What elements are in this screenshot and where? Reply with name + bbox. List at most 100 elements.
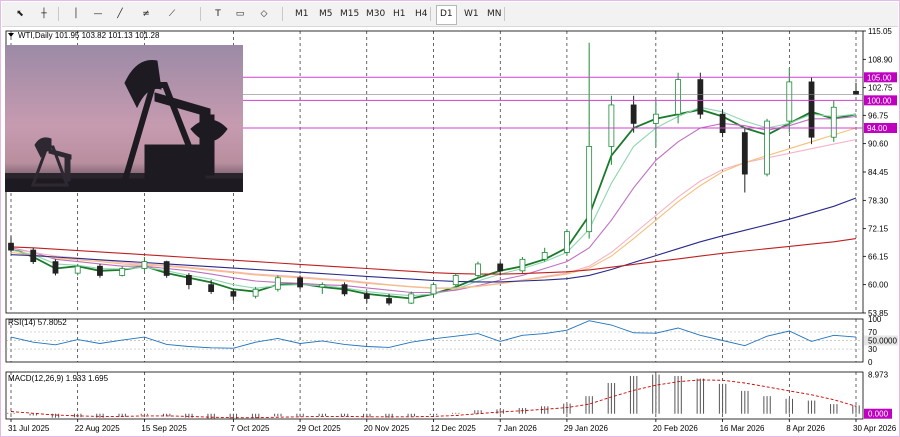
price-tick-label: 53.85 [868, 309, 889, 318]
candle-body [319, 284, 326, 288]
candle-body [608, 104, 615, 147]
cursor-icon[interactable]: ⬉ [10, 5, 30, 23]
macd-panel: 8.973 0.000 [7, 370, 892, 419]
rsi-tick-label: 0 [868, 358, 873, 367]
time-tick-label: 7 Jan 2026 [497, 424, 537, 433]
candle-body [652, 113, 659, 124]
collapse-triangle-icon[interactable] [8, 33, 14, 37]
candle-body [52, 261, 59, 274]
candle-body [853, 90, 859, 95]
candle-body [697, 79, 704, 115]
time-tick-label: 30 Apr 2026 [853, 424, 897, 433]
price-level-label: 94.00 [867, 124, 888, 133]
time-tick-label: 31 Jul 2025 [8, 424, 50, 433]
time-tick-label: 29 Jan 2026 [564, 424, 609, 433]
candle-body [586, 146, 593, 233]
price-tick-label: 108.90 [868, 55, 893, 64]
rsi-panel: 1007050.0000300 [6, 315, 898, 367]
macd-header: MACD(12,26,9) 1.933 1.695 [8, 374, 109, 383]
price-tick-label: 78.30 [868, 196, 889, 205]
timeframe-d1[interactable]: D1 [436, 5, 457, 25]
main-chart-header: WTI,Daily 101.95 103.82 101.13 101.28 [18, 31, 160, 40]
candle-body [208, 284, 215, 292]
candle-body [74, 265, 81, 274]
candle-body [141, 261, 148, 269]
price-tick-label: 60.00 [868, 281, 889, 290]
candle-body [297, 277, 303, 288]
candle-body [452, 275, 459, 286]
timeframe-m15[interactable]: M15 [337, 5, 362, 23]
candle-body [8, 242, 14, 251]
timeframe-m1[interactable]: M1 [292, 5, 312, 23]
candle-body [430, 284, 437, 295]
time-tick-label: 12 Dec 2025 [431, 424, 477, 433]
candle-body [185, 275, 192, 286]
timeframe-h4[interactable]: H4 [412, 5, 431, 23]
time-tick-label: 20 Feb 2026 [653, 424, 698, 433]
candle-body [497, 263, 504, 272]
candle-body [675, 79, 682, 115]
price-tick-label: 66.15 [868, 252, 889, 261]
candle-body [274, 277, 281, 290]
price-axis: 115.05 108.90 102.75 96.75 90.60 84.45 78.30 72… [863, 27, 893, 318]
rsi-tick-label: 30 [868, 345, 877, 354]
ma-line-6 [10, 197, 857, 283]
timeframe-m5[interactable]: M5 [316, 5, 336, 23]
candle-body [363, 293, 370, 299]
price-tick-label: 102.75 [868, 84, 893, 93]
terminal-window: ⬉ ┼ │ — ╱ ≠ ⟋ T ▭ ◇ M1 M5 M15 M30 H1 H4 D1 W1 MN 105.00 100… [0, 0, 900, 437]
text-icon[interactable]: T [208, 5, 228, 23]
candle-body [97, 265, 103, 276]
candle-body [119, 268, 126, 276]
macd-panel-border [5, 371, 864, 420]
time-tick-label: 7 Oct 2025 [230, 424, 270, 433]
horizontal-line-icon[interactable]: — [88, 5, 108, 23]
candle-body [541, 252, 548, 260]
candle-body [230, 291, 237, 297]
candle-body [764, 120, 770, 175]
time-tick-label: 22 Aug 2025 [75, 424, 120, 433]
timeframe-mn[interactable]: MN [484, 5, 505, 23]
timeframe-w1[interactable]: W1 [461, 5, 482, 23]
price-tick-label: 90.60 [868, 140, 889, 149]
candle-body [630, 104, 637, 124]
macd-tick-label: 8.973 [868, 370, 889, 379]
candle-body [786, 81, 793, 122]
crosshair-icon[interactable]: ┼ [34, 5, 54, 23]
time-tick-label: 8 Apr 2026 [786, 424, 825, 433]
candle-body [475, 263, 481, 276]
trendline-icon[interactable]: ╱ [110, 5, 130, 23]
vertical-line-icon[interactable]: │ [66, 5, 86, 23]
candle-body [564, 231, 570, 253]
timeframe-m30[interactable]: M30 [363, 5, 388, 23]
label-icon[interactable]: ▭ [230, 5, 250, 23]
toolbar-separator [200, 7, 201, 21]
candle-body [408, 293, 415, 304]
equidistant-channel-icon[interactable]: ≠ [136, 5, 156, 23]
fibonacci-icon[interactable]: ⟋ [162, 5, 182, 23]
time-axis: 31 Jul 2025 22 Aug 2025 15 Sep 2025 7 Oct 2… [8, 419, 897, 433]
timeframe-h1[interactable]: H1 [390, 5, 409, 23]
candle-body [252, 288, 259, 297]
oil-pump-photo [5, 45, 243, 192]
time-tick-label: 20 Nov 2025 [364, 424, 410, 433]
candle-body [808, 81, 815, 138]
candle-body [386, 298, 392, 304]
macd-tick-label: 0.000 [868, 410, 889, 419]
price-tick-label: 72.15 [868, 225, 889, 234]
time-tick-label: 16 Mar 2026 [720, 424, 765, 433]
candle-body [163, 261, 170, 276]
price-tick-label: 115.05 [868, 27, 892, 36]
price-tick-label: 84.45 [868, 168, 889, 177]
candle-body [719, 113, 726, 134]
time-tick-label: 29 Oct 2025 [297, 424, 341, 433]
candle-body [341, 284, 348, 295]
candle-body [741, 132, 748, 175]
candle-body [519, 258, 526, 272]
shapes-icon[interactable]: ◇ [254, 5, 274, 23]
candle-body [30, 249, 37, 263]
candle-body [830, 106, 837, 138]
toolbar-separator [58, 7, 59, 21]
price-level-label: 105.00 [867, 73, 892, 82]
price-level-label: 100.00 [867, 96, 892, 105]
